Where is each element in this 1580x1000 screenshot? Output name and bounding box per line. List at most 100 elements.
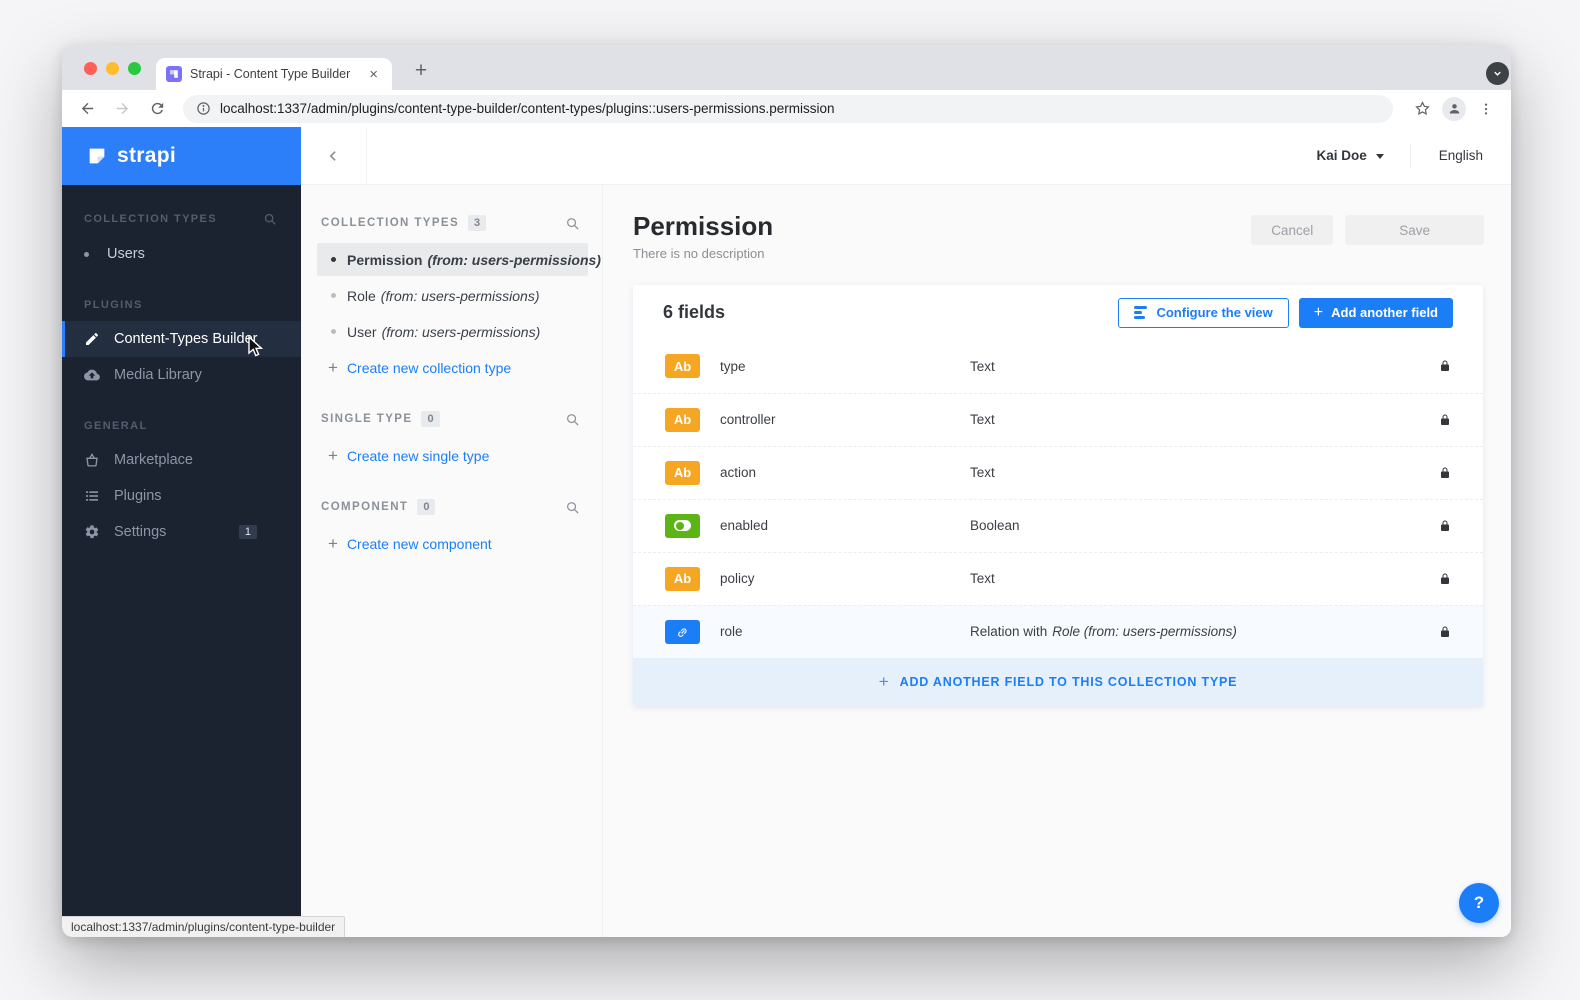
new-tab-button[interactable]: + xyxy=(407,57,435,85)
lock-icon xyxy=(1439,625,1451,639)
field-name: role xyxy=(720,624,970,639)
sidebar-item-content-types-builder[interactable]: Content-Types Builder xyxy=(62,321,301,357)
address-bar[interactable]: localhost:1337/admin/plugins/content-typ… xyxy=(183,95,1393,123)
forward-icon xyxy=(109,96,135,122)
browser-update-icon[interactable] xyxy=(1486,62,1509,85)
plus-icon: + xyxy=(879,672,889,692)
sidebar-item-marketplace[interactable]: Marketplace xyxy=(62,442,301,478)
field-row-enabled[interactable]: enabled Boolean xyxy=(633,499,1483,552)
plus-icon: + xyxy=(328,446,338,466)
lock-icon xyxy=(1439,413,1451,427)
strapi-admin: strapi COLLECTION TYPES Users PLUGINS Co… xyxy=(62,127,1511,937)
field-type: Relation with Role (from: users-permissi… xyxy=(970,624,1237,639)
save-button[interactable]: Save xyxy=(1345,215,1484,245)
text-field-badge: Ab xyxy=(665,354,700,378)
gear-icon xyxy=(84,524,100,540)
search-icon[interactable] xyxy=(565,216,580,231)
sidebar-section-plugins: PLUGINS xyxy=(84,299,277,311)
tab-title: Strapi - Content Type Builder xyxy=(190,67,365,81)
create-collection-type-link[interactable]: + Create new collection type xyxy=(317,351,588,384)
user-name: Kai Doe xyxy=(1316,148,1366,163)
configure-icon xyxy=(1134,306,1147,319)
browser-menu-icon[interactable] xyxy=(1473,96,1499,122)
field-row-action[interactable]: Ab action Text xyxy=(633,446,1483,499)
subnav-item-permission[interactable]: Permission (from: users-permissions) xyxy=(317,243,588,276)
plus-icon: + xyxy=(328,534,338,554)
language-selector[interactable]: English xyxy=(1411,148,1511,163)
basket-icon xyxy=(84,452,100,468)
component-count: 0 xyxy=(417,499,435,515)
paintbrush-icon xyxy=(84,331,100,347)
sidebar-item-settings[interactable]: Settings 1 xyxy=(62,514,301,550)
search-icon[interactable] xyxy=(565,500,580,515)
main-sidebar: strapi COLLECTION TYPES Users PLUGINS Co… xyxy=(62,127,301,937)
help-button[interactable]: ? xyxy=(1459,883,1499,923)
close-window-button[interactable] xyxy=(84,62,97,75)
sidebar-item-label: Users xyxy=(107,246,145,262)
collection-types-count: 3 xyxy=(468,215,486,231)
sidebar-item-plugins[interactable]: Plugins xyxy=(62,478,301,514)
add-field-button[interactable]: + Add another field xyxy=(1299,298,1453,328)
content-type-origin: (from: users-permissions) xyxy=(427,252,600,268)
user-menu[interactable]: Kai Doe xyxy=(1290,148,1409,163)
field-type: Text xyxy=(970,571,995,586)
field-row-role[interactable]: role Relation with Role (from: users-per… xyxy=(633,605,1483,658)
strapi-logo-text: strapi xyxy=(117,144,176,168)
link-icon xyxy=(673,622,693,642)
cancel-button[interactable]: Cancel xyxy=(1251,215,1333,245)
browser-profile-icon[interactable] xyxy=(1441,96,1467,122)
back-button[interactable] xyxy=(301,127,367,184)
field-name: policy xyxy=(720,571,970,586)
browser-toolbar: localhost:1337/admin/plugins/content-typ… xyxy=(62,90,1511,127)
configure-view-button[interactable]: Configure the view xyxy=(1118,298,1288,328)
sidebar-item-users[interactable]: Users xyxy=(62,236,301,272)
strapi-logo[interactable]: strapi xyxy=(62,127,301,185)
field-row-type[interactable]: Ab type Text xyxy=(633,340,1483,393)
toggle-icon xyxy=(674,520,691,531)
search-icon[interactable] xyxy=(263,212,277,226)
create-single-type-link[interactable]: + Create new single type xyxy=(317,439,588,472)
plus-icon: + xyxy=(1314,304,1323,322)
url-text: localhost:1337/admin/plugins/content-typ… xyxy=(220,101,835,116)
page-info-icon[interactable] xyxy=(196,101,211,116)
sidebar-item-label: Plugins xyxy=(114,488,162,504)
content-types-subnav: COLLECTION TYPES 3 Permission (from: use… xyxy=(301,185,603,937)
relation-field-badge xyxy=(665,620,700,644)
bullet-icon xyxy=(84,252,89,257)
text-field-badge: Ab xyxy=(665,567,700,591)
lock-icon xyxy=(1439,572,1451,586)
fields-count-heading: 6 fields xyxy=(663,302,725,323)
back-icon[interactable] xyxy=(74,96,100,122)
minimize-window-button[interactable] xyxy=(106,62,119,75)
list-icon xyxy=(84,488,100,504)
lock-icon xyxy=(1439,466,1451,480)
tab-strip: Strapi - Content Type Builder × + xyxy=(62,45,1511,90)
create-component-link[interactable]: + Create new component xyxy=(317,527,588,560)
field-row-policy[interactable]: Ab policy Text xyxy=(633,552,1483,605)
browser-window: Strapi - Content Type Builder × + localh… xyxy=(62,45,1511,937)
lock-icon xyxy=(1439,519,1451,533)
tab-close-icon[interactable]: × xyxy=(365,65,382,84)
text-field-badge: Ab xyxy=(665,461,700,485)
field-name: enabled xyxy=(720,518,970,533)
sidebar-item-media-library[interactable]: Media Library xyxy=(62,357,301,393)
field-name: type xyxy=(720,359,970,374)
search-icon[interactable] xyxy=(565,412,580,427)
field-row-controller[interactable]: Ab controller Text xyxy=(633,393,1483,446)
zoom-window-button[interactable] xyxy=(128,62,141,75)
main-content: Permission There is no description Cance… xyxy=(603,185,1511,937)
lock-icon xyxy=(1439,359,1451,373)
sidebar-section-collection-types: COLLECTION TYPES xyxy=(84,212,277,226)
reload-icon[interactable] xyxy=(144,96,170,122)
chevron-left-icon xyxy=(327,147,340,165)
boolean-field-badge xyxy=(665,514,700,538)
chevron-down-icon xyxy=(1376,154,1384,159)
field-type: Text xyxy=(970,412,995,427)
browser-tab[interactable]: Strapi - Content Type Builder × xyxy=(156,58,392,90)
bookmark-star-icon[interactable] xyxy=(1409,96,1435,122)
field-name: controller xyxy=(720,412,970,427)
subnav-item-user[interactable]: User (from: users-permissions) xyxy=(317,315,588,348)
add-field-banner[interactable]: + ADD ANOTHER FIELD TO THIS COLLECTION T… xyxy=(633,658,1483,706)
subnav-section-single-type: SINGLE TYPE 0 xyxy=(321,411,580,427)
subnav-item-role[interactable]: Role (from: users-permissions) xyxy=(317,279,588,312)
